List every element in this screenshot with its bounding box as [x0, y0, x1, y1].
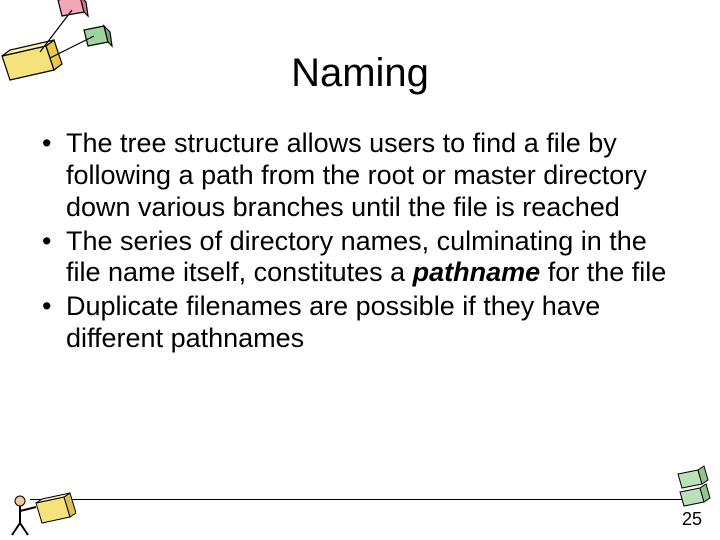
bullet-item: • The series of directory names, culmina… — [40, 226, 684, 290]
footer-divider — [30, 499, 708, 500]
bullet-marker-icon: • — [40, 226, 66, 290]
bullet-text: The tree structure allows users to find … — [66, 128, 684, 224]
bullet-text: The series of directory names, culminati… — [66, 226, 684, 290]
decorative-bottom-left-icon — [6, 483, 76, 538]
slide: Naming • The tree structure allows users… — [0, 0, 720, 540]
bullet-item: • Duplicate filenames are possible if th… — [40, 291, 684, 355]
decorative-bottom-right-icon — [674, 462, 712, 510]
bullet-marker-icon: • — [40, 291, 66, 355]
bullet-marker-icon: • — [40, 128, 66, 224]
page-number: 25 — [682, 509, 702, 530]
slide-title: Naming — [0, 51, 720, 96]
bullet-text: Duplicate filenames are possible if they… — [66, 291, 684, 355]
bullet-item: • The tree structure allows users to fin… — [40, 128, 684, 224]
emphasized-term: pathname — [413, 257, 541, 287]
slide-body: • The tree structure allows users to fin… — [40, 128, 684, 357]
